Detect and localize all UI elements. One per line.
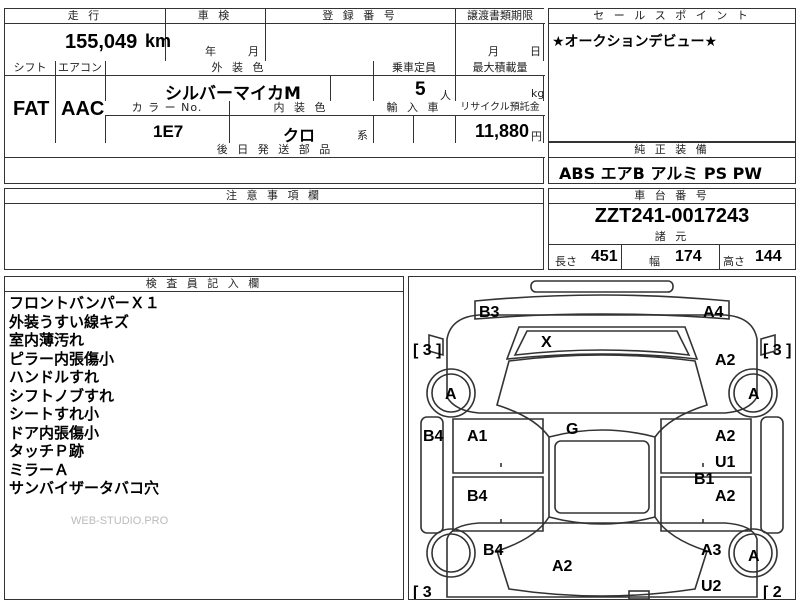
remark-line: フロントバンパーＸ１: [9, 294, 160, 312]
capacity-label: 乗車定員: [373, 61, 455, 76]
later-parts-label: 後 日 発 送 部 品: [5, 143, 545, 158]
colorno-value: 1E7: [153, 122, 184, 141]
sales-point-box: セ ー ル ス ポ イ ン ト ★オークションデビュー★: [548, 8, 796, 142]
mark-a2-door-rr: A2: [715, 488, 736, 505]
aircon-label: エアコン: [55, 61, 105, 76]
equipment-value: ABS エアB アルミ PS PW: [559, 164, 763, 183]
remark-line: ピラー内張傷小: [9, 349, 115, 368]
transfer-day: 日: [530, 45, 541, 58]
height-label: 高さ: [723, 255, 745, 268]
equipment-label: 純 正 装 備: [549, 143, 795, 158]
inspection-year: 年: [205, 45, 216, 58]
recycle-value: 11,880: [475, 121, 530, 141]
load-label: 最大積載量: [455, 61, 545, 76]
colorno-label: カ ラ ー No.: [105, 101, 229, 116]
mark-a-fr: A: [748, 386, 760, 403]
remark-line: 室内薄汚れ: [9, 331, 85, 349]
mileage-value: 155,049: [65, 31, 138, 53]
mark-u2: U2: [701, 578, 722, 595]
remark-line: ドア内張傷小: [9, 423, 100, 442]
recycle-unit: 円: [531, 130, 542, 143]
length-label: 長さ: [555, 255, 577, 268]
transfer-label: 譲渡書類期限: [455, 9, 545, 24]
mark-b4-door-rl: B4: [467, 488, 488, 505]
chassis-label: 車 台 番 号: [549, 189, 795, 204]
remark-line: タッチＰ跡: [9, 442, 85, 460]
inspector-remarks: フロントバンパーＸ１ 外装うすい線キズ 室内薄汚れ ピラー内張傷小 ハンドルすれ…: [9, 294, 160, 498]
mark-a2-front-right: A2: [715, 352, 736, 369]
chassis-number: ZZT241-0017243: [594, 205, 750, 227]
mark-u1: U1: [715, 454, 736, 471]
car-diagram: B3 A4 X [ 3 ] [ 3 ] A A A2 G B4 A1 A2 U1…: [413, 280, 791, 599]
mark-a2-rear: A2: [552, 558, 573, 575]
chassis-box: 車 台 番 号 ZZT241-0017243 諸 元 長さ 451 幅 174 …: [548, 188, 796, 270]
notes-label: 注 意 事 項 欄: [5, 189, 543, 204]
shift-label: シフト: [5, 61, 55, 76]
width-label: 幅: [649, 255, 660, 268]
width-value: 174: [675, 248, 702, 265]
regno-label: 登 録 番 号: [265, 9, 455, 24]
sales-point-text: ★オークションデビュー★: [552, 34, 718, 50]
import-label: 輸 入 車: [373, 101, 455, 116]
notes-box: 注 意 事 項 欄: [4, 188, 544, 270]
inspector-label: 検 査 員 記 入 欄: [5, 277, 403, 292]
load-unit: kg: [531, 87, 545, 100]
vehicle-info-table: 走 行 車 検 登 録 番 号 譲渡書類期限 155,049 km 年 月 月 …: [4, 8, 545, 184]
mark-a-rr: A: [748, 548, 760, 565]
color-label: 外 装 色: [105, 61, 373, 76]
mark-g: G: [566, 421, 578, 438]
mark-a2-door-fr: A2: [715, 428, 736, 445]
mark-x: X: [541, 334, 552, 351]
mark-a4: A4: [703, 304, 724, 321]
mark-tire-rr: [ 2: [763, 584, 782, 599]
spec-label: 諸 元: [549, 230, 795, 245]
sales-point-label: セ ー ル ス ポ イ ン ト: [549, 9, 795, 24]
aircon-value: AAC: [61, 98, 105, 120]
height-value: 144: [755, 248, 782, 265]
inspector-box: 検 査 員 記 入 欄 フロントバンパーＸ１ 外装うすい線キズ 室内薄汚れ ピラ…: [4, 276, 404, 600]
length-value: 451: [591, 248, 618, 265]
car-diagram-box: B3 A4 X [ 3 ] [ 3 ] A A A2 G B4 A1 A2 U1…: [408, 276, 796, 600]
mark-b4-side: B4: [423, 428, 444, 445]
mark-a3: A3: [701, 542, 722, 559]
mark-tire-fl: [ 3 ]: [413, 342, 441, 359]
mark-b3: B3: [479, 304, 500, 321]
remark-line: シフトノブすれ: [9, 386, 115, 405]
recycle-label: リサイクル預託金: [455, 101, 545, 116]
remark-line: サンバイザータバコ穴: [9, 479, 160, 497]
remark-line: シートすれ小: [9, 405, 100, 423]
mark-tire-fr: [ 3 ]: [763, 342, 791, 359]
mark-a-fl: A: [445, 386, 457, 403]
interior-suffix: 系: [357, 129, 368, 142]
interior-label: 内 装 色: [229, 101, 373, 116]
watermark: WEB-STUDIO.PRO: [71, 515, 169, 527]
shift-value: FAT: [13, 98, 50, 120]
mark-tire-rl: [ 3: [413, 584, 432, 599]
mark-a1: A1: [467, 428, 488, 445]
mileage-unit: km: [145, 31, 172, 51]
capacity-value: 5: [415, 79, 426, 100]
mark-b1: B1: [694, 471, 715, 488]
remark-line: 外装うすい線キズ: [9, 312, 130, 331]
remark-line: ミラーＡ: [9, 460, 70, 479]
mileage-label: 走 行: [5, 9, 165, 24]
inspection-label: 車 検: [165, 9, 265, 24]
inspection-month: 月: [248, 45, 259, 58]
equipment-box: 純 正 装 備 ABS エアB アルミ PS PW: [548, 142, 796, 184]
remark-line: ハンドルすれ: [9, 368, 100, 386]
mark-b4-rear-left: B4: [483, 542, 504, 559]
transfer-month: 月: [488, 45, 499, 58]
